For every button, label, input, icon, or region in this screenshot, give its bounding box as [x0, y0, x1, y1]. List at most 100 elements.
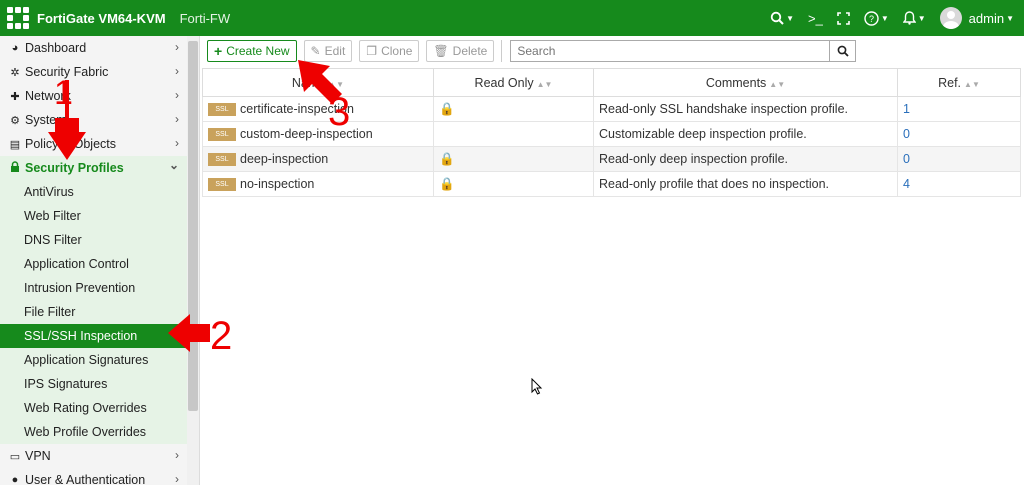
table-header-row: Name ▲▼ Read Only ▲▼ Comments ▲▼ Ref. ▲▼ [202, 68, 1021, 97]
svg-text:?: ? [869, 14, 874, 24]
ssl-badge: SSL [208, 128, 236, 142]
sidebar-item-web-filter[interactable]: Web Filter [0, 204, 199, 228]
bell-icon [902, 11, 916, 25]
read-only-cell [433, 121, 594, 147]
sidebar-item-web-profile-overrides[interactable]: Web Profile Overrides [0, 420, 199, 444]
clone-button[interactable]: ❐ Clone [359, 40, 420, 62]
comment-cell: Read-only deep inspection profile. [593, 146, 898, 172]
network-icon: ✚ [10, 90, 20, 103]
sidebar-item-label: SSL/SSH Inspection [24, 329, 138, 343]
sort-icon: ▲▼ [769, 79, 786, 89]
sidebar-item-label: System [25, 113, 67, 127]
clone-label: Clone [381, 44, 413, 58]
chevron-right-icon: › [175, 112, 179, 126]
sidebar-item-security-fabric[interactable]: ✲ Security Fabric › [0, 60, 199, 84]
sidebar: ◕ Dashboard › ✲ Security Fabric › ✚ Netw… [0, 36, 200, 485]
lock-icon: 🔒 [439, 151, 455, 166]
cli-console-button[interactable]: >_ [808, 11, 823, 26]
chevron-down-icon: ⌄ [168, 158, 179, 172]
ref-count-link[interactable]: 0 [897, 146, 1021, 172]
sidebar-item-dns-filter[interactable]: DNS Filter [0, 228, 199, 252]
read-only-cell: 🔒 [433, 171, 594, 197]
search-button[interactable] [830, 40, 857, 62]
notifications-menu[interactable]: ▼ [902, 11, 926, 25]
mouse-cursor-icon [531, 378, 543, 395]
fullscreen-icon [837, 11, 850, 25]
chevron-right-icon: › [175, 64, 179, 78]
sort-icon: ▲▼ [328, 79, 345, 89]
sidebar-item-label: DNS Filter [24, 233, 82, 247]
profile-name: no-inspection [240, 176, 315, 191]
sidebar-item-vpn[interactable]: ▭ VPN › [0, 444, 199, 468]
profile-name: custom-deep-inspection [240, 126, 373, 141]
chevron-right-icon: › [175, 40, 179, 54]
pencil-icon: ✎ [310, 44, 321, 58]
sidebar-item-security-profiles[interactable]: Security Profiles ⌄ [0, 156, 199, 180]
top-bar: FortiGate VM64-KVM Forti-FW ▼ >_ ? ▼ ▼ a… [0, 0, 1024, 36]
column-header-ref[interactable]: Ref. ▲▼ [897, 68, 1021, 97]
search-input[interactable] [510, 40, 831, 62]
user-menu[interactable]: admin ▼ [939, 7, 1014, 29]
avatar [939, 7, 962, 29]
edit-button[interactable]: ✎ Edit [303, 40, 353, 62]
create-new-label: Create New [226, 44, 290, 58]
sidebar-item-intrusion-prevention[interactable]: Intrusion Prevention [0, 276, 199, 300]
sidebar-item-file-filter[interactable]: File Filter [0, 300, 199, 324]
read-only-cell: 🔒 [433, 146, 594, 172]
ssl-profiles-table: Name ▲▼ Read Only ▲▼ Comments ▲▼ Ref. ▲▼ SSL… [202, 68, 1021, 197]
annotation-step-1: 1 [54, 74, 73, 112]
annotation-step-3: 3 [328, 90, 351, 134]
sidebar-item-label: Security Profiles [25, 161, 124, 175]
sidebar-item-user-authentication[interactable]: ● User & Authentication › [0, 468, 199, 485]
column-header-name[interactable]: Name ▲▼ [202, 68, 434, 97]
column-header-read-only[interactable]: Read Only ▲▼ [433, 68, 594, 97]
table-row[interactable]: SSL certificate-inspection 🔒 Read-only SS… [202, 96, 1021, 122]
table-row[interactable]: SSL custom-deep-inspection Customizable d… [202, 121, 1021, 147]
ref-count-link[interactable]: 0 [897, 121, 1021, 147]
clone-icon: ❐ [366, 44, 378, 58]
lock-icon: 🔒 [439, 101, 455, 116]
sidebar-item-ips-signatures[interactable]: IPS Signatures [0, 372, 199, 396]
sidebar-item-label: Application Control [24, 257, 129, 271]
sidebar-scroll-thumb[interactable] [188, 41, 198, 411]
table-row[interactable]: SSL no-inspection 🔒 Read-only profile tha… [202, 171, 1021, 197]
sidebar-item-label: Web Rating Overrides [24, 401, 147, 415]
ref-count-link[interactable]: 1 [897, 96, 1021, 122]
delete-button[interactable]: 🗑 Delete [426, 40, 495, 62]
sidebar-item-dashboard[interactable]: ◕ Dashboard › [0, 36, 199, 60]
sidebar-item-network[interactable]: ✚ Network › [0, 84, 199, 108]
sidebar-item-web-rating-overrides[interactable]: Web Rating Overrides [0, 396, 199, 420]
sidebar-item-label: Intrusion Prevention [24, 281, 136, 295]
search-menu[interactable]: ▼ [770, 11, 794, 25]
terminal-icon: >_ [807, 10, 823, 26]
fullscreen-button[interactable] [837, 11, 850, 25]
create-new-button[interactable]: + Create New [207, 40, 297, 62]
ssl-badge: SSL [208, 153, 236, 167]
help-icon: ? [864, 10, 879, 26]
username: admin [968, 10, 1005, 26]
laptop-icon: ▭ [9, 450, 21, 463]
product-name: FortiGate VM64-KVM [37, 10, 166, 26]
ref-count-link[interactable]: 4 [897, 171, 1021, 197]
sidebar-item-application-control[interactable]: Application Control [0, 252, 199, 276]
sidebar-item-system[interactable]: ⚙ System › [0, 108, 199, 132]
table-row[interactable]: SSL deep-inspection 🔒 Read-only deep insp… [202, 146, 1021, 172]
policy-icon: ▤ [9, 138, 21, 151]
sidebar-item-policy-objects[interactable]: ▤ Policy & Objects › [0, 132, 199, 156]
sort-icon: ▲▼ [536, 79, 553, 89]
sidebar-item-antivirus[interactable]: AntiVirus [0, 180, 199, 204]
comment-cell: Customizable deep inspection profile. [593, 121, 898, 147]
sidebar-item-label: Web Profile Overrides [24, 425, 147, 439]
sidebar-item-ssl-ssh-inspection[interactable]: SSL/SSH Inspection [0, 324, 199, 348]
comment-cell: Read-only profile that does no inspectio… [593, 171, 898, 197]
sidebar-scrollbar[interactable] [187, 36, 199, 485]
profile-name: deep-inspection [240, 151, 329, 166]
chevron-right-icon: › [175, 88, 179, 102]
sidebar-item-application-signatures[interactable]: Application Signatures [0, 348, 199, 372]
sidebar-item-label: File Filter [24, 305, 76, 319]
fortinet-logo [5, 5, 31, 31]
read-only-cell: 🔒 [433, 96, 594, 122]
column-header-comments[interactable]: Comments ▲▼ [593, 68, 898, 97]
search-icon [837, 45, 849, 57]
help-menu[interactable]: ? ▼ [864, 10, 889, 26]
